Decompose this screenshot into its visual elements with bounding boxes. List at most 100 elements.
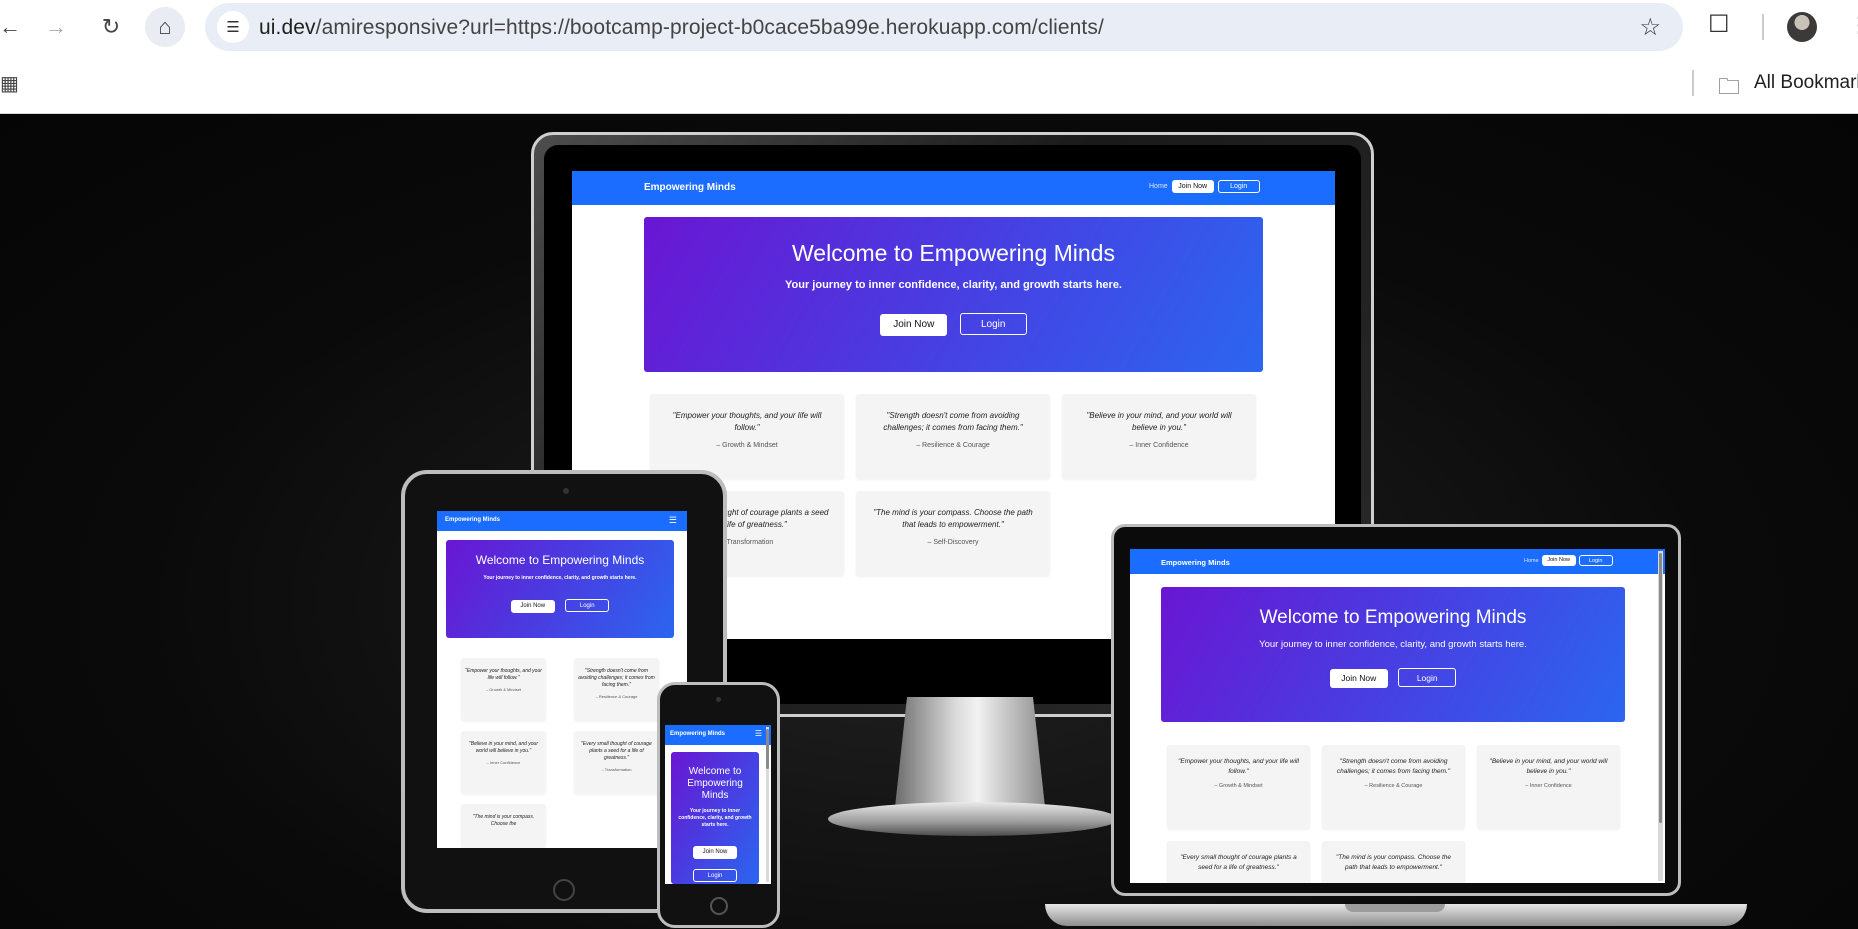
quote-text: "The mind is your compass. Choose the pa… (873, 508, 1033, 529)
quote-card: "The mind is your compass. Choose the pa… (856, 491, 1050, 576)
hero-login-button[interactable]: Login (565, 599, 610, 612)
apps-grid-icon[interactable]: ▦ (0, 71, 19, 96)
browser-toolbar: ← → ↻ ⌂ ☰ ui.dev/amiresponsive?url=https… (0, 0, 1858, 54)
hero-login-button[interactable]: Login (1398, 668, 1457, 687)
quote-text: "Strength doesn't come from avoiding cha… (1336, 758, 1451, 775)
url-path: /amiresponsive?url=https://bootcamp-proj… (315, 16, 1104, 39)
nav-join-button[interactable]: Join Now (1171, 180, 1214, 193)
hero-join-button[interactable]: Join Now (510, 600, 555, 613)
back-arrow-icon[interactable]: ← (0, 7, 30, 47)
laptop-hinge-notch (1345, 904, 1445, 912)
nav-join-button[interactable]: Join Now (1541, 555, 1576, 566)
forward-arrow-icon[interactable]: → (36, 7, 76, 47)
toolbar-divider (1762, 14, 1764, 40)
all-bookmarks-label[interactable]: All Bookmark (1754, 72, 1858, 94)
folder-icon[interactable]: 🗀 (1718, 70, 1740, 108)
hero-banner: Welcome to Empowering Minds Your journey… (644, 217, 1263, 372)
extensions-icon[interactable]: ☐ (1708, 10, 1730, 39)
quote-card: "Every small thought of courage plants a… (1167, 841, 1310, 883)
quote-card: "The mind is your compass. Choose the (461, 804, 546, 848)
hero-title: Welcome to Empowering Minds (792, 240, 1115, 266)
hero-actions-2: Login (671, 864, 759, 882)
nav-login-button[interactable]: Login (1217, 180, 1260, 193)
quote-text: "Believe in your mind, and your world wi… (468, 741, 539, 754)
quote-card: "Believe in your mind, and your world wi… (1062, 394, 1256, 479)
bookmarks-divider (1692, 70, 1694, 96)
hero-login-button[interactable]: Login (959, 313, 1027, 335)
hero-title: Welcome to Empowering Minds (1259, 607, 1527, 628)
quote-author: – Growth & Mindset (1214, 783, 1263, 789)
quote-author: – Growth & Mindset (716, 442, 778, 449)
quote-author: – Resilience & Courage (1364, 783, 1423, 789)
phone-scrollbar[interactable] (766, 727, 769, 882)
quote-text: "Empower your thoughts, and your life wi… (465, 668, 542, 681)
site-brand[interactable]: Empowering Minds (445, 517, 500, 523)
quote-card: "Empower your thoughts, and your life wi… (1167, 745, 1310, 829)
nav-links: Home Join Now Login (1149, 180, 1260, 193)
hero-join-button[interactable]: Join Now (880, 314, 948, 336)
hero-actions: Join Now Login (644, 313, 1263, 336)
profile-avatar[interactable] (1787, 12, 1817, 42)
quote-author: – Resilience & Courage (595, 694, 638, 699)
quote-text: "Believe in your mind, and your world wi… (1086, 411, 1232, 432)
quote-text: "Strength doesn't come from avoiding cha… (883, 411, 1023, 432)
hero-subtitle: Your journey to inner confidence, clarit… (483, 575, 637, 581)
quote-author: – Inner Confidence (1525, 783, 1572, 789)
site-brand[interactable]: Empowering Minds (644, 182, 736, 193)
quote-card: "Strength doesn't come from avoiding cha… (1322, 745, 1465, 829)
nav-login-button[interactable]: Login (1578, 555, 1613, 566)
hero-actions: Join Now (671, 840, 759, 859)
hero-actions: Join Now Login (446, 594, 674, 613)
tablet-camera (563, 488, 569, 494)
hero-subtitle: Your journey to inner confidence, clarit… (678, 808, 752, 828)
am-i-responsive-stage: Empowering Minds Home Join Now Login Wel… (0, 114, 1858, 929)
nav-home-link[interactable]: Home (1149, 183, 1168, 190)
hamburger-menu-icon[interactable]: ☰ (755, 729, 762, 738)
site-settings-icon[interactable]: ☰ (217, 11, 249, 43)
site-brand[interactable]: Empowering Minds (1161, 558, 1230, 567)
hero-login-button[interactable]: Login (693, 869, 737, 882)
hamburger-menu-icon[interactable]: ☰ (669, 515, 677, 526)
quote-author: – Self-Discovery (927, 539, 979, 546)
laptop-scrollbar[interactable] (1658, 551, 1663, 881)
hero-subtitle: Your journey to inner confidence, clarit… (785, 279, 1122, 291)
hero-title-line: Minds (701, 790, 729, 801)
phone-home-button (710, 897, 728, 915)
menu-kebab-icon[interactable]: ⋮ (1848, 12, 1858, 38)
quote-card: "Believe in your mind, and your world wi… (461, 731, 546, 794)
quote-card: "Strength doesn't come from avoiding cha… (574, 658, 659, 721)
quote-author: – Inner Confidence (486, 760, 521, 765)
quote-author: – Resilience & Courage (916, 442, 990, 449)
quote-text: "Every small thought of courage plants a… (1180, 854, 1297, 871)
site-brand[interactable]: Empowering Minds (670, 731, 725, 737)
phone-screen: Empowering Minds ☰ Welcome to Empowering… (665, 725, 771, 884)
bookmark-star-icon[interactable]: ☆ (1639, 13, 1661, 42)
quote-card: "Empower your thoughts, and your life wi… (461, 658, 546, 721)
quote-text: "The mind is your compass. Choose the pa… (1335, 854, 1452, 871)
quote-card: "Empower your thoughts, and your life wi… (650, 394, 844, 479)
phone-scrollbar-thumb[interactable] (766, 729, 769, 769)
hero-join-button[interactable]: Join Now (1329, 669, 1388, 688)
quote-text: "Every small thought of courage plants a… (581, 741, 652, 761)
phone-camera (716, 697, 721, 702)
hero-join-button[interactable]: Join Now (693, 846, 737, 859)
tablet-home-button (553, 879, 575, 901)
quote-text: "The mind is your compass. Choose the (472, 814, 535, 827)
url-text[interactable]: ui.dev/amiresponsive?url=https://bootcam… (259, 16, 1104, 40)
nav-home-link[interactable]: Home (1524, 558, 1539, 564)
quote-author: – Inner Confidence (1129, 442, 1189, 449)
quote-card: "Strength doesn't come from avoiding cha… (856, 394, 1050, 479)
quote-card: "Believe in your mind, and your world wi… (1477, 745, 1620, 829)
quote-text: "Empower your thoughts, and your life wi… (672, 411, 822, 432)
site-navbar: Empowering Minds Home Join Now Login (572, 171, 1335, 205)
site-navbar: Empowering Minds Home Join Now Login (1130, 549, 1665, 574)
hero-actions: Join Now Login (1161, 668, 1625, 688)
address-bar[interactable]: ☰ ui.dev/amiresponsive?url=https://bootc… (205, 3, 1683, 51)
home-icon[interactable]: ⌂ (145, 7, 185, 47)
reload-icon[interactable]: ↻ (91, 7, 131, 47)
quote-text: "Believe in your mind, and your world wi… (1489, 758, 1608, 775)
hero-title-line: Empowering (687, 778, 743, 789)
hero-banner: Welcome to Empowering Minds Your journey… (446, 540, 674, 638)
laptop-scrollbar-thumb[interactable] (1659, 553, 1662, 823)
quote-text: "Strength doesn't come from avoiding cha… (578, 668, 655, 688)
